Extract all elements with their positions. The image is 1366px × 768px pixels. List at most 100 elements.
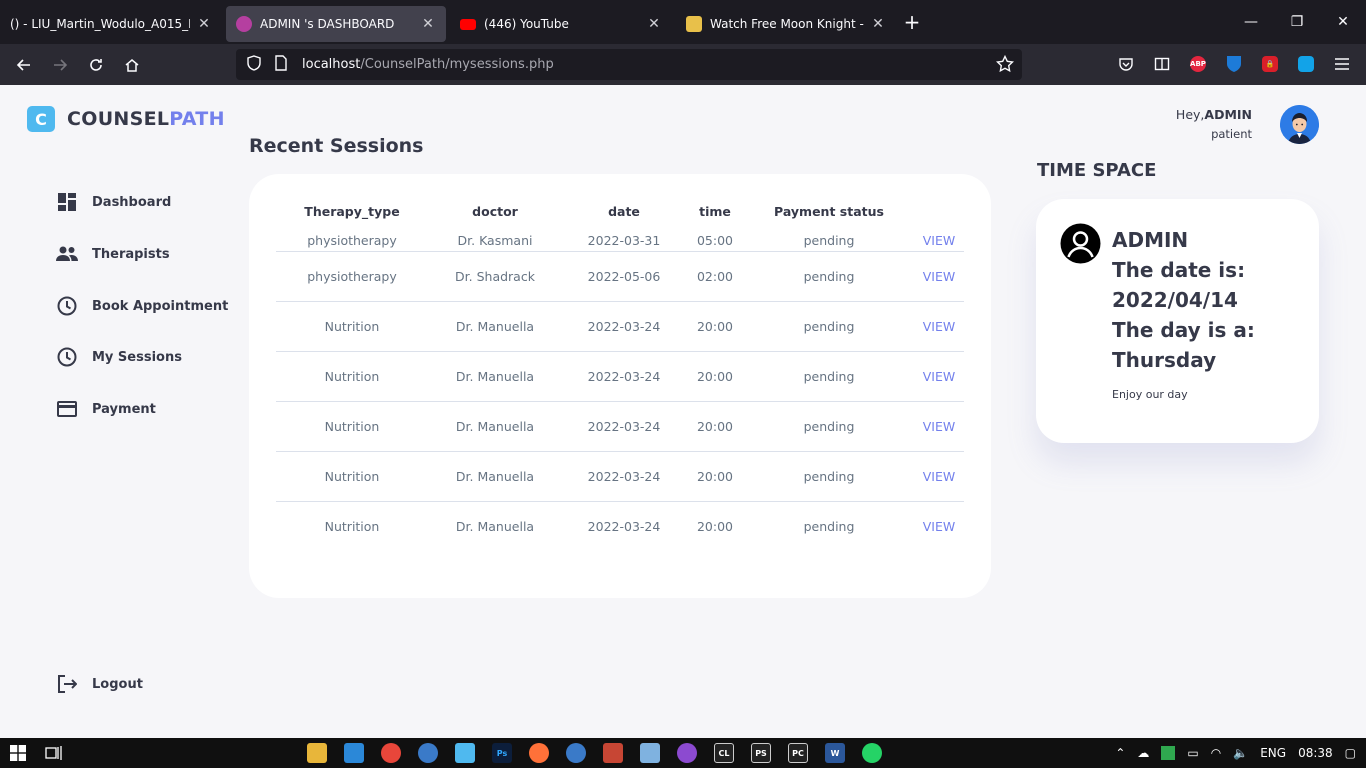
browser-tab[interactable]: () - LIU_Martin_Wodulo_A015_BSc_I ✕ (0, 6, 222, 42)
home-icon[interactable] (114, 50, 150, 80)
adblock-plus-icon[interactable]: ABP (1182, 49, 1214, 79)
language-indicator[interactable]: ENG (1260, 746, 1286, 760)
edge-icon[interactable] (566, 743, 586, 763)
page-title: Recent Sessions (249, 135, 424, 157)
task-view-icon[interactable] (45, 745, 63, 765)
minimize-icon[interactable]: — (1228, 0, 1274, 44)
sidebar-item-therapists[interactable]: Therapists (56, 242, 170, 266)
taskbar: Ps CL PS PC W ⌃ ☁ ▭ ◠ 🔈 ENG 08:38 ▢ (0, 738, 1366, 768)
cell-therapy-type: physiotherapy (276, 251, 428, 302)
view-link[interactable]: VIEW (914, 451, 964, 502)
tab-title: ADMIN 's DASHBOARD (260, 17, 395, 31)
view-link[interactable]: VIEW (914, 225, 964, 252)
tab-title: () - LIU_Martin_Wodulo_A015_BSc_I (10, 17, 190, 31)
address-bar[interactable]: localhost/CounselPath/mysessions.php (236, 49, 1022, 80)
sidebar-item-book-appointment[interactable]: Book Appointment (56, 294, 228, 318)
brand-name: COUNSELPATH (67, 108, 225, 130)
bookmark-star-icon[interactable] (995, 54, 1015, 77)
user-greeting: Hey,ADMIN (1176, 107, 1252, 122)
view-link[interactable]: VIEW (914, 351, 964, 402)
page-icon[interactable] (274, 54, 288, 75)
browser-toolbar: localhost/CounselPath/mysessions.php ABP… (0, 44, 1366, 85)
sidebar-item-label: Logout (92, 676, 143, 692)
view-link[interactable]: VIEW (914, 301, 964, 352)
cell-date: 2022-05-06 (562, 251, 686, 302)
sidebar-item-logout[interactable]: Logout (56, 672, 143, 696)
pycharm-icon[interactable]: PC (788, 743, 808, 763)
photoshop-icon[interactable]: Ps (492, 743, 512, 763)
close-icon[interactable]: ✕ (420, 16, 436, 32)
reader-view-icon[interactable] (1146, 49, 1178, 79)
phpstorm-icon[interactable]: PS (751, 743, 771, 763)
winrar-icon[interactable] (603, 743, 623, 763)
forward-icon[interactable] (42, 50, 78, 80)
back-icon[interactable] (6, 50, 42, 80)
time-space-heading: TIME SPACE (1037, 160, 1157, 181)
sidebar-item-my-sessions[interactable]: My Sessions (56, 345, 182, 369)
notification-icon[interactable]: ▢ (1345, 746, 1356, 760)
cell-time: 20:00 (696, 518, 734, 534)
volume-icon[interactable]: 🔈 (1233, 746, 1248, 760)
ghost-extension-icon[interactable] (1290, 49, 1322, 79)
view-link[interactable]: VIEW (914, 401, 964, 452)
shield-icon[interactable] (246, 54, 262, 75)
url-text[interactable]: localhost/CounselPath/mysessions.php (302, 57, 554, 72)
close-icon[interactable]: ✕ (870, 16, 886, 32)
reload-icon[interactable] (78, 50, 114, 80)
cell-payment-status: pending (744, 225, 914, 252)
cell-doctor: Dr. Manuella (428, 401, 562, 452)
onedrive-icon[interactable]: ☁ (1137, 746, 1149, 760)
lock-extension-icon[interactable]: 🔒 (1254, 49, 1286, 79)
store-icon[interactable] (344, 743, 364, 763)
close-icon[interactable]: ✕ (646, 16, 662, 32)
windows-start-icon[interactable] (10, 745, 26, 765)
column-header: Payment status (774, 203, 884, 219)
sidebar-item-dashboard[interactable]: Dashboard (56, 190, 171, 214)
word-icon[interactable]: W (825, 743, 845, 763)
avatar[interactable] (1280, 105, 1319, 144)
chevron-up-icon[interactable]: ⌃ (1115, 746, 1125, 760)
window-controls: — ❐ ✕ (1228, 0, 1366, 44)
view-link[interactable]: VIEW (914, 501, 964, 551)
table-row: physiotherapy Dr. Shadrack 2022-05-06 02… (276, 251, 964, 302)
close-icon[interactable]: ✕ (196, 16, 212, 32)
new-tab-button[interactable]: + (896, 10, 928, 34)
bitwarden-icon[interactable] (1218, 49, 1250, 79)
tab-title: (446) YouTube (484, 17, 569, 31)
restore-icon[interactable]: ❐ (1274, 0, 1320, 44)
whatsapp-icon[interactable] (862, 743, 882, 763)
date-label: The date is: (1112, 258, 1246, 282)
clion-icon[interactable]: CL (714, 743, 734, 763)
clock[interactable]: 08:38 (1298, 746, 1333, 760)
column-header (914, 197, 964, 225)
menu-icon[interactable] (1326, 49, 1358, 79)
app-icon[interactable] (455, 743, 475, 763)
cell-date: 2022-03-24 (562, 301, 686, 352)
notepad-icon[interactable] (640, 743, 660, 763)
cell-date: 2022-03-24 (562, 351, 686, 402)
file-explorer-icon[interactable] (307, 743, 327, 763)
table-header-row: Therapy_type doctor date time Payment st… (276, 197, 964, 225)
brand-logo[interactable]: C COUNSELPATH (27, 106, 225, 132)
cell-payment-status: pending (744, 251, 914, 302)
wifi-icon[interactable]: ◠ (1211, 746, 1221, 760)
tray-app-icon[interactable] (1161, 746, 1176, 760)
firefox-icon[interactable] (529, 743, 549, 763)
edge-icon[interactable] (418, 743, 438, 763)
cell-time: 02:00 (686, 251, 744, 302)
chrome-icon[interactable] (381, 743, 401, 763)
sidebar-item-payment[interactable]: Payment (56, 397, 156, 421)
column-header: time (699, 203, 731, 219)
pocket-icon[interactable] (1110, 49, 1142, 79)
cell-payment-status: pending (744, 351, 914, 402)
view-link[interactable]: VIEW (914, 251, 964, 302)
app-icon[interactable] (677, 743, 697, 763)
browser-tab-active[interactable]: ADMIN 's DASHBOARD ✕ (226, 6, 446, 42)
cell-payment-status: pending (744, 401, 914, 452)
cell-doctor: Dr. Manuella (428, 351, 562, 402)
browser-tab[interactable]: (446) YouTube ✕ (450, 6, 672, 42)
close-window-icon[interactable]: ✕ (1320, 0, 1366, 44)
browser-tab[interactable]: Watch Free Moon Knight - Seas ✕ (676, 6, 896, 42)
battery-icon[interactable]: ▭ (1187, 746, 1198, 760)
sidebar-item-label: Dashboard (92, 194, 172, 210)
